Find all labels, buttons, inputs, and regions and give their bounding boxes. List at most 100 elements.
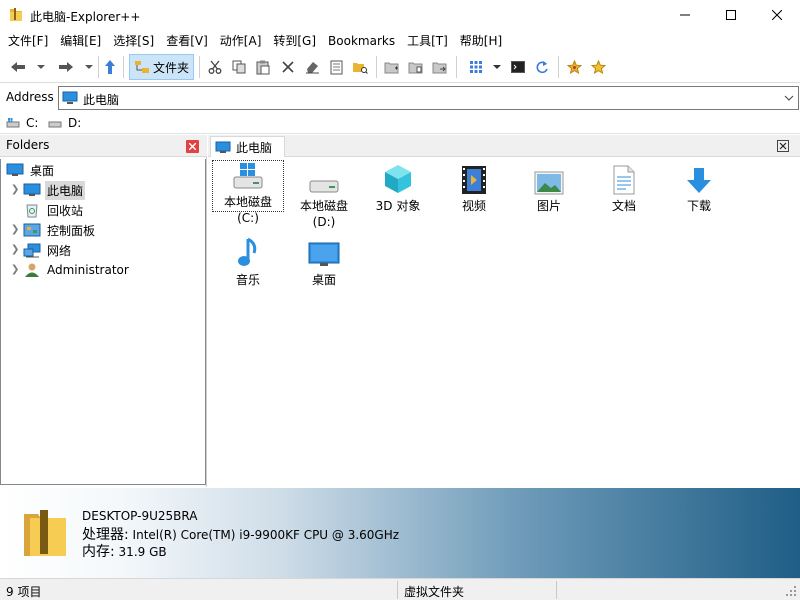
delete-x-icon: [282, 61, 294, 73]
chevron-right-icon[interactable]: ❯: [11, 224, 19, 235]
command-prompt-icon: [511, 61, 525, 73]
views-dropdown[interactable]: [490, 57, 504, 77]
refresh-icon: [536, 60, 548, 73]
refresh-button[interactable]: [532, 57, 552, 77]
menu-view[interactable]: 查看[V]: [160, 31, 214, 51]
title-bar[interactable]: 此电脑-Explorer++: [0, 0, 800, 30]
cut-button[interactable]: [205, 57, 225, 77]
address-row: Address 此电脑: [0, 84, 800, 112]
close-button[interactable]: [754, 0, 800, 30]
network-icon: [23, 243, 41, 257]
tree-item-this-pc[interactable]: 此电脑: [23, 180, 86, 200]
close-icon: [772, 10, 782, 20]
new-folder-button[interactable]: [382, 57, 402, 77]
tree-item-desktop[interactable]: 桌面: [6, 160, 56, 180]
minimize-button[interactable]: [662, 0, 708, 30]
properties-icon: [330, 60, 342, 74]
computer-name: DESKTOP-9U25BRA: [82, 509, 198, 523]
tab-label: 此电脑: [236, 140, 273, 155]
tree-item-recycle-bin[interactable]: 回收站: [23, 200, 85, 220]
maximize-icon: [726, 10, 736, 20]
main-pane: 此电脑 本地磁盘 (C:) 本地磁盘 (D:) 3D 对象 视频 图片 文档 下…: [208, 135, 800, 487]
folders-close-button[interactable]: [186, 140, 199, 153]
menu-action[interactable]: 动作[A]: [214, 31, 268, 51]
copy-button[interactable]: [229, 57, 249, 77]
drive-c-button[interactable]: C:: [6, 116, 38, 130]
copy-icon: [232, 60, 246, 74]
cpu-value: Intel(R) Core(TM) i9-9900KF CPU @ 3.60GH…: [132, 528, 400, 542]
menu-edit[interactable]: 编辑[E]: [54, 31, 107, 51]
back-history-dropdown[interactable]: [34, 57, 48, 77]
menu-tools[interactable]: 工具[T]: [401, 31, 454, 51]
menu-help[interactable]: 帮助[H]: [454, 31, 508, 51]
forward-history-dropdown[interactable]: [82, 57, 96, 77]
maximize-button[interactable]: [708, 0, 754, 30]
status-divider: [556, 581, 557, 599]
menu-bookmarks[interactable]: Bookmarks: [322, 31, 401, 51]
memory-label: 内存:: [82, 544, 115, 560]
forward-button[interactable]: [56, 57, 76, 77]
command-prompt-button[interactable]: [508, 57, 528, 77]
properties-button[interactable]: [326, 57, 346, 77]
resize-grip[interactable]: [786, 585, 796, 599]
item-label: 本地磁盘 (D:): [299, 199, 348, 229]
dropdown-arrow-icon: [85, 65, 93, 69]
views-button[interactable]: [466, 57, 486, 77]
item-label: 音乐: [235, 273, 260, 287]
close-icon: [189, 143, 196, 150]
address-input[interactable]: 此电脑: [58, 86, 799, 110]
up-button[interactable]: [101, 57, 119, 77]
copy-to-folder-button[interactable]: [406, 57, 426, 77]
folders-title: Folders: [6, 138, 50, 152]
item-3d-objects[interactable]: 3D 对象: [362, 161, 434, 214]
drives-bar: C: D:: [0, 113, 800, 134]
item-videos[interactable]: 视频: [438, 161, 510, 214]
chevron-right-icon[interactable]: ❯: [11, 184, 19, 195]
bookmarks-button[interactable]: [588, 57, 608, 77]
item-label: 下载: [686, 199, 711, 213]
search-button[interactable]: [350, 57, 370, 77]
drive-d-button[interactable]: D:: [48, 116, 81, 130]
folders-pane: Folders 桌面 ❯ 此电脑 回收站 ❯ 控制面板 ❯ 网络 ❯ Admin…: [0, 135, 207, 487]
status-folder-type: 虚拟文件夹: [404, 585, 465, 599]
windows-drive-icon: [231, 161, 265, 191]
delete-permanently-button[interactable]: [302, 57, 322, 77]
tab-close-button[interactable]: [777, 140, 789, 152]
item-local-disk-c[interactable]: 本地磁盘 (C:): [212, 160, 284, 225]
chevron-right-icon[interactable]: ❯: [11, 244, 19, 255]
up-arrow-icon: [105, 60, 115, 74]
tree-item-label: Administrator: [47, 263, 129, 277]
toolbar: 文件夹: [0, 51, 800, 83]
move-to-folder-button[interactable]: [430, 57, 450, 77]
menu-file[interactable]: 文件[F]: [2, 31, 54, 51]
back-button[interactable]: [8, 57, 28, 77]
paste-button[interactable]: [253, 57, 273, 77]
tab-this-pc[interactable]: 此电脑: [210, 136, 285, 157]
resize-grip-icon: [786, 586, 796, 596]
address-dropdown[interactable]: [784, 92, 794, 106]
menu-select[interactable]: 选择[S]: [107, 31, 160, 51]
tree-item-network[interactable]: 网络: [23, 240, 73, 260]
drive-d-label: D:: [68, 116, 82, 130]
item-documents[interactable]: 文档: [588, 161, 660, 214]
file-list[interactable]: 本地磁盘 (C:) 本地磁盘 (D:) 3D 对象 视频 图片 文档 下载 音乐…: [208, 158, 800, 487]
downloads-icon: [685, 161, 713, 195]
item-label: 本地磁盘 (C:): [223, 195, 272, 225]
item-local-disk-d[interactable]: 本地磁盘 (D:): [288, 161, 360, 230]
tree-item-administrator[interactable]: Administrator: [23, 260, 131, 280]
delete-button[interactable]: [278, 57, 298, 77]
tree-item-control-panel[interactable]: 控制面板: [23, 220, 97, 240]
item-pictures[interactable]: 图片: [513, 161, 585, 214]
memory-info: 内存: 31.9 GB: [82, 541, 167, 561]
user-icon: [25, 263, 39, 277]
item-music[interactable]: 音乐: [212, 235, 284, 288]
item-downloads[interactable]: 下载: [663, 161, 735, 214]
chevron-right-icon[interactable]: ❯: [11, 264, 19, 275]
menu-goto[interactable]: 转到[G]: [267, 31, 322, 51]
item-desktop[interactable]: 桌面: [288, 235, 360, 288]
documents-icon: [612, 161, 636, 195]
add-bookmark-button[interactable]: [564, 57, 584, 77]
folders-tree[interactable]: 桌面 ❯ 此电脑 回收站 ❯ 控制面板 ❯ 网络 ❯ Administrator: [0, 159, 206, 485]
control-panel-icon: [23, 223, 41, 236]
folders-toggle-button[interactable]: 文件夹: [129, 54, 194, 80]
